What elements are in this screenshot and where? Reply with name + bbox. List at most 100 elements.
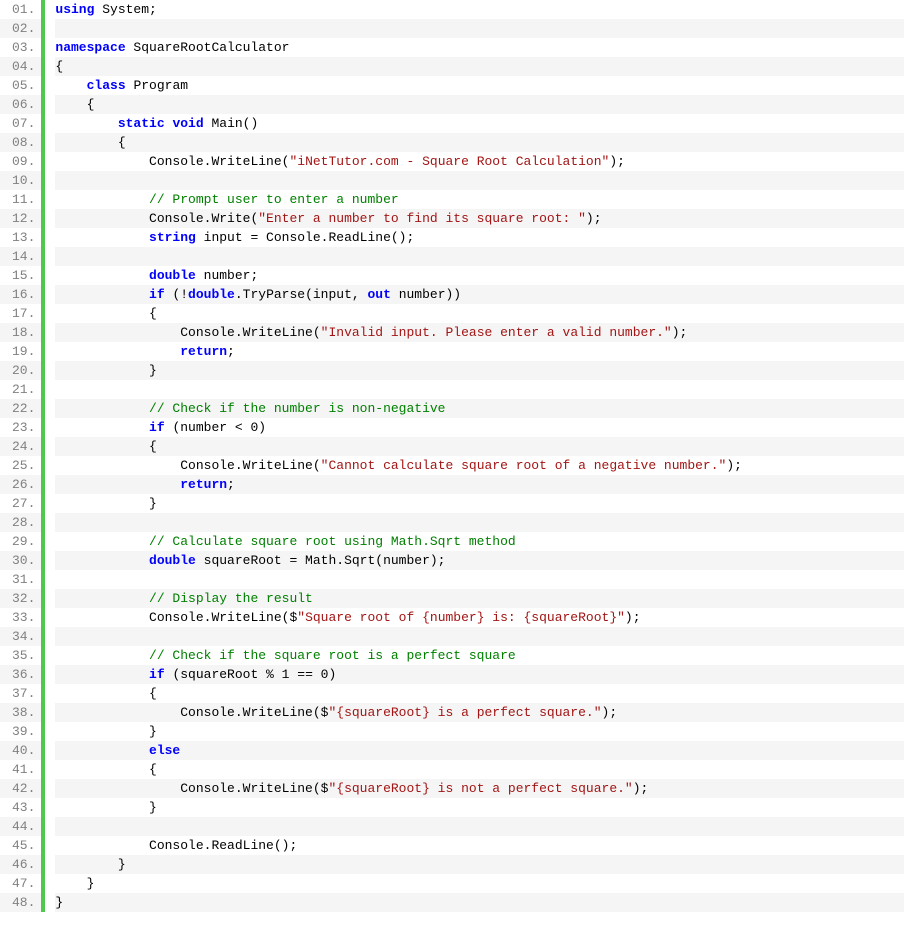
token-punc: { <box>55 59 63 74</box>
line-number: 17. <box>0 304 41 323</box>
code-line[interactable]: namespace SquareRootCalculator <box>55 38 904 57</box>
code-line[interactable]: // Check if the square root is a perfect… <box>55 646 904 665</box>
code-line[interactable] <box>55 513 904 532</box>
token-id: ); <box>586 211 602 226</box>
code-line[interactable]: double squareRoot = Math.Sqrt(number); <box>55 551 904 570</box>
code-line[interactable]: Console.ReadLine(); <box>55 836 904 855</box>
token-punc: } <box>149 800 157 815</box>
code-line[interactable]: // Prompt user to enter a number <box>55 190 904 209</box>
code-line[interactable]: if (squareRoot % 1 == 0) <box>55 665 904 684</box>
line-number: 43. <box>0 798 41 817</box>
line-number: 09. <box>0 152 41 171</box>
indent <box>55 743 149 758</box>
code-line[interactable]: { <box>55 684 904 703</box>
token-id: number; <box>196 268 258 283</box>
token-id: Console.WriteLine( <box>180 458 320 473</box>
line-number: 46. <box>0 855 41 874</box>
code-line[interactable]: double number; <box>55 266 904 285</box>
code-line[interactable]: if (!double.TryParse(input, out number)) <box>55 285 904 304</box>
code-line[interactable]: Console.WriteLine("Invalid input. Please… <box>55 323 904 342</box>
code-line[interactable]: Console.Write("Enter a number to find it… <box>55 209 904 228</box>
code-line[interactable]: } <box>55 893 904 912</box>
token-id: (squareRoot % 1 == 0) <box>165 667 337 682</box>
code-line[interactable]: Console.WriteLine($"{squareRoot} is a pe… <box>55 703 904 722</box>
code-line[interactable] <box>55 247 904 266</box>
code-line[interactable] <box>55 19 904 38</box>
line-number: 41. <box>0 760 41 779</box>
code-line[interactable]: Console.WriteLine($"{squareRoot} is not … <box>55 779 904 798</box>
line-number: 14. <box>0 247 41 266</box>
token-id: ); <box>633 781 649 796</box>
line-number: 12. <box>0 209 41 228</box>
line-number: 28. <box>0 513 41 532</box>
code-line[interactable]: } <box>55 874 904 893</box>
code-line[interactable]: return; <box>55 475 904 494</box>
indent <box>55 458 180 473</box>
indent <box>55 496 149 511</box>
token-id: Main() <box>204 116 259 131</box>
code-line[interactable] <box>55 380 904 399</box>
code-line[interactable] <box>55 570 904 589</box>
code-line[interactable]: // Calculate square root using Math.Sqrt… <box>55 532 904 551</box>
token-id: input = Console.ReadLine(); <box>196 230 414 245</box>
line-number: 31. <box>0 570 41 589</box>
code-line[interactable]: Console.WriteLine("iNetTutor.com - Squar… <box>55 152 904 171</box>
code-line[interactable]: class Program <box>55 76 904 95</box>
line-number: 34. <box>0 627 41 646</box>
token-id: ); <box>672 325 688 340</box>
line-number: 20. <box>0 361 41 380</box>
indent <box>55 838 149 853</box>
code-line[interactable]: return; <box>55 342 904 361</box>
code-line[interactable] <box>55 627 904 646</box>
token-id: .TryParse(input, <box>235 287 368 302</box>
code-line[interactable]: static void Main() <box>55 114 904 133</box>
line-number: 19. <box>0 342 41 361</box>
line-number: 36. <box>0 665 41 684</box>
code-line[interactable]: else <box>55 741 904 760</box>
code-line[interactable]: using System; <box>55 0 904 19</box>
code-line[interactable]: { <box>55 760 904 779</box>
indent <box>55 211 149 226</box>
code-area[interactable]: using System; namespace SquareRootCalcula… <box>45 0 904 912</box>
code-line[interactable]: Console.WriteLine("Cannot calculate squa… <box>55 456 904 475</box>
code-line[interactable]: string input = Console.ReadLine(); <box>55 228 904 247</box>
code-line[interactable]: { <box>55 304 904 323</box>
line-number: 16. <box>0 285 41 304</box>
code-line[interactable]: Console.WriteLine($"Square root of {numb… <box>55 608 904 627</box>
token-punc: } <box>118 857 126 872</box>
code-line[interactable]: } <box>55 722 904 741</box>
code-line[interactable] <box>55 817 904 836</box>
code-line[interactable]: { <box>55 57 904 76</box>
code-line[interactable]: // Display the result <box>55 589 904 608</box>
code-line[interactable]: { <box>55 133 904 152</box>
code-line[interactable] <box>55 171 904 190</box>
token-kw: using <box>55 2 94 17</box>
token-com: // Check if the square root is a perfect… <box>149 648 516 663</box>
code-line[interactable]: } <box>55 855 904 874</box>
indent <box>55 78 86 93</box>
token-kw: double <box>188 287 235 302</box>
indent <box>55 401 149 416</box>
indent <box>55 762 149 777</box>
code-line[interactable]: { <box>55 437 904 456</box>
token-str: "Square root of {number} is: {squareRoot… <box>297 610 625 625</box>
token-id: Console.WriteLine($ <box>180 705 328 720</box>
line-number: 10. <box>0 171 41 190</box>
token-com: // Prompt user to enter a number <box>149 192 399 207</box>
token-id: Console.Write( <box>149 211 258 226</box>
code-line[interactable]: { <box>55 95 904 114</box>
indent <box>55 268 149 283</box>
code-line[interactable]: } <box>55 361 904 380</box>
token-id: ); <box>726 458 742 473</box>
token-punc: { <box>149 306 157 321</box>
code-line[interactable]: // Check if the number is non-negative <box>55 399 904 418</box>
code-line[interactable]: if (number < 0) <box>55 418 904 437</box>
token-kw: static <box>118 116 165 131</box>
code-line[interactable]: } <box>55 798 904 817</box>
indent <box>55 344 180 359</box>
code-line[interactable]: } <box>55 494 904 513</box>
indent <box>55 325 180 340</box>
token-kw: string <box>149 230 196 245</box>
line-number: 03. <box>0 38 41 57</box>
token-str: "iNetTutor.com - Square Root Calculation… <box>289 154 609 169</box>
